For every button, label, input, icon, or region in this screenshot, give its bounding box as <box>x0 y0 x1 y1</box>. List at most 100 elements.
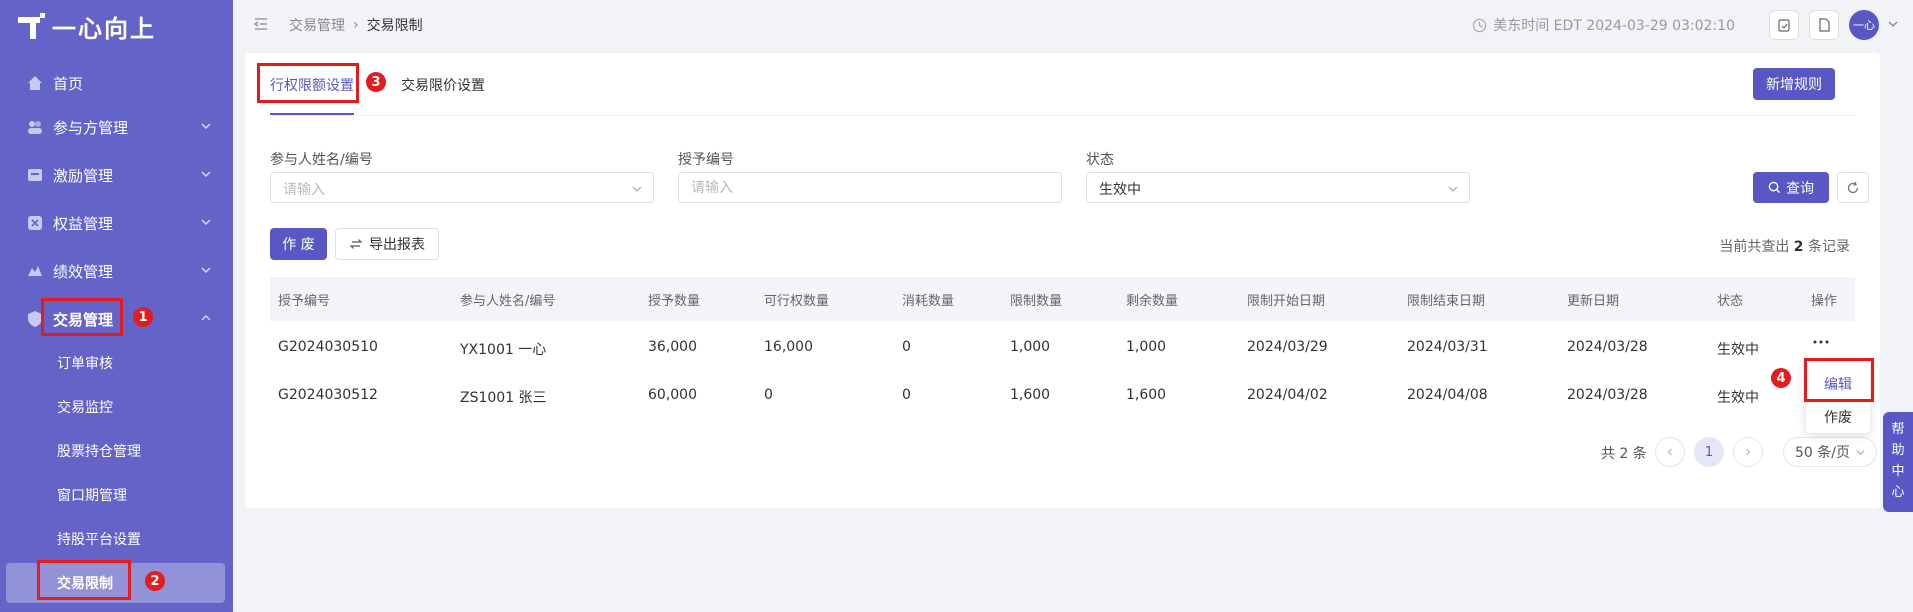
annotation-badge-1: 1 <box>133 307 153 327</box>
users-icon <box>26 118 44 136</box>
cell-limit: 1,600 <box>1010 387 1051 403</box>
next-page-button[interactable] <box>1733 437 1763 467</box>
column-header: 限制结束日期 <box>1407 294 1486 309</box>
cell-participant: YX1001 一心 <box>460 342 547 358</box>
cell-granted: 36,000 <box>648 339 697 355</box>
sidebar-subitem-order-review[interactable]: 订单审核 <box>0 343 233 383</box>
sidebar-item-performance[interactable]: 绩效管理 <box>0 251 233 291</box>
clipboard-icon <box>1778 19 1790 32</box>
home-icon <box>26 74 44 92</box>
grant-no-input[interactable] <box>678 172 1062 203</box>
cell-remaining: 1,600 <box>1126 387 1167 403</box>
annotation-badge-2: 2 <box>145 571 165 591</box>
participant-select[interactable]: 请输入 <box>270 172 654 203</box>
status-filter-label: 状态 <box>1086 152 1114 168</box>
table-row: G2024030512 ZS1001 张三 60,000 0 0 1,600 1… <box>270 372 1855 420</box>
breadcrumb-separator-icon: › <box>353 17 359 33</box>
avatar[interactable]: 一心 <box>1849 10 1879 40</box>
column-header: 剩余数量 <box>1126 294 1179 309</box>
page-size-select[interactable]: 50 条/页 <box>1783 437 1877 467</box>
table-row: G2024030510 YX1001 一心 36,000 16,000 0 1,… <box>270 324 1855 372</box>
menu-item-void[interactable]: 作废 <box>1806 407 1870 427</box>
column-header: 参与人姓名/编号 <box>460 294 556 309</box>
pagination-total: 共 2 条 <box>1601 446 1647 462</box>
performance-icon <box>26 262 44 280</box>
document-button[interactable] <box>1809 10 1839 40</box>
column-header: 更新日期 <box>1567 294 1620 309</box>
cell-remaining: 1,000 <box>1126 339 1167 355</box>
sidebar-item-label: 首页 <box>53 74 84 93</box>
logo-mark-icon <box>18 11 46 41</box>
sidebar-item-label: 激励管理 <box>53 166 114 185</box>
breadcrumb-item[interactable]: 交易管理 <box>289 15 345 35</box>
sidebar-item-incentives[interactable]: 激励管理 <box>0 155 233 195</box>
annotation-box-3 <box>257 63 359 103</box>
chevron-down-icon <box>201 171 211 177</box>
cell-end-date: 2024/03/31 <box>1407 339 1488 355</box>
timezone-clock: 美东时间 EDT 2024-03-29 03:02:10 <box>1472 15 1735 35</box>
cell-exercisable: 16,000 <box>764 339 813 355</box>
more-actions-icon[interactable] <box>1811 334 1831 350</box>
sidebar-item-participants[interactable]: 参与方管理 <box>0 107 233 147</box>
status-select[interactable]: 生效中 <box>1086 172 1470 203</box>
column-header: 授予数量 <box>648 294 701 309</box>
sidebar-subitem-window-period[interactable]: 窗口期管理 <box>0 475 233 515</box>
cell-status: 生效中 <box>1717 390 1759 406</box>
document-icon <box>1819 18 1830 32</box>
query-button[interactable]: 查询 <box>1753 172 1829 203</box>
cell-grant-no: G2024030510 <box>278 339 378 355</box>
cell-limit: 1,000 <box>1010 339 1051 355</box>
chevron-down-icon <box>201 267 211 273</box>
cell-participant: ZS1001 张三 <box>460 390 547 406</box>
page-size-value: 50 条/页 <box>1795 445 1850 461</box>
breadcrumb-current: 交易限制 <box>366 18 423 34</box>
task-button[interactable] <box>1769 10 1799 40</box>
add-rule-button[interactable]: 新增规则 <box>1753 68 1835 100</box>
chevron-down-icon <box>1856 450 1865 456</box>
tab-price-limit[interactable]: 交易限价设置 <box>401 75 485 95</box>
current-time: 美东时间 EDT 2024-03-29 03:02:10 <box>1493 18 1735 34</box>
cell-exercisable: 0 <box>764 387 773 403</box>
chevron-down-icon <box>201 123 211 129</box>
chevron-down-icon[interactable] <box>1887 18 1899 30</box>
annotation-box-1 <box>41 298 123 336</box>
record-count-number: 2 <box>1793 239 1804 255</box>
cell-start-date: 2024/03/29 <box>1247 339 1328 355</box>
annotation-badge-4: 4 <box>1771 368 1791 388</box>
sidebar-item-home[interactable]: 首页 <box>0 63 233 103</box>
page-number-button[interactable]: 1 <box>1694 437 1724 467</box>
chevron-up-icon <box>201 315 211 321</box>
tab-divider <box>270 115 1855 116</box>
clock-icon <box>1473 18 1487 32</box>
refresh-icon <box>1847 181 1859 193</box>
sidebar-item-equity[interactable]: 权益管理 <box>0 203 233 243</box>
cell-consumed: 0 <box>902 387 911 403</box>
search-icon <box>1768 181 1781 194</box>
cell-granted: 60,000 <box>648 387 697 403</box>
column-header: 限制数量 <box>1010 294 1063 309</box>
brand-logo[interactable]: 一心向上 <box>18 8 156 44</box>
chevron-down-icon <box>632 186 642 192</box>
main-card: 行权限额设置 交易限价设置 3 新增规则 参与人姓名/编号 请输入 授予编号 状… <box>245 53 1880 508</box>
cell-consumed: 0 <box>902 339 911 355</box>
menu-collapse-icon[interactable] <box>253 16 269 32</box>
export-icon <box>349 239 363 249</box>
reset-button[interactable] <box>1837 172 1869 203</box>
cell-end-date: 2024/04/08 <box>1407 387 1488 403</box>
export-report-button[interactable]: 导出报表 <box>335 228 439 260</box>
prev-page-button[interactable] <box>1655 437 1685 467</box>
column-header: 状态 <box>1717 294 1744 309</box>
sidebar-item-label: 权益管理 <box>53 214 114 233</box>
cell-updated: 2024/03/28 <box>1567 387 1648 403</box>
void-button[interactable]: 作 废 <box>270 228 327 260</box>
table-header: 授予编号 参与人姓名/编号 授予数量 可行权数量 消耗数量 限制数量 剩余数量 … <box>270 277 1855 321</box>
sidebar-subitem-trade-monitor[interactable]: 交易监控 <box>0 387 233 427</box>
cell-start-date: 2024/04/02 <box>1247 387 1328 403</box>
chevron-right-icon <box>1746 448 1751 456</box>
sidebar-subitem-holding-platform[interactable]: 持股平台设置 <box>0 519 233 559</box>
record-count: 当前共查出 2 条记录 <box>1719 239 1850 255</box>
sidebar-subitem-stock-holdings[interactable]: 股票持仓管理 <box>0 431 233 471</box>
cell-grant-no: G2024030512 <box>278 387 378 403</box>
help-center-tab[interactable]: 帮助中心 <box>1883 412 1913 512</box>
cell-updated: 2024/03/28 <box>1567 339 1648 355</box>
